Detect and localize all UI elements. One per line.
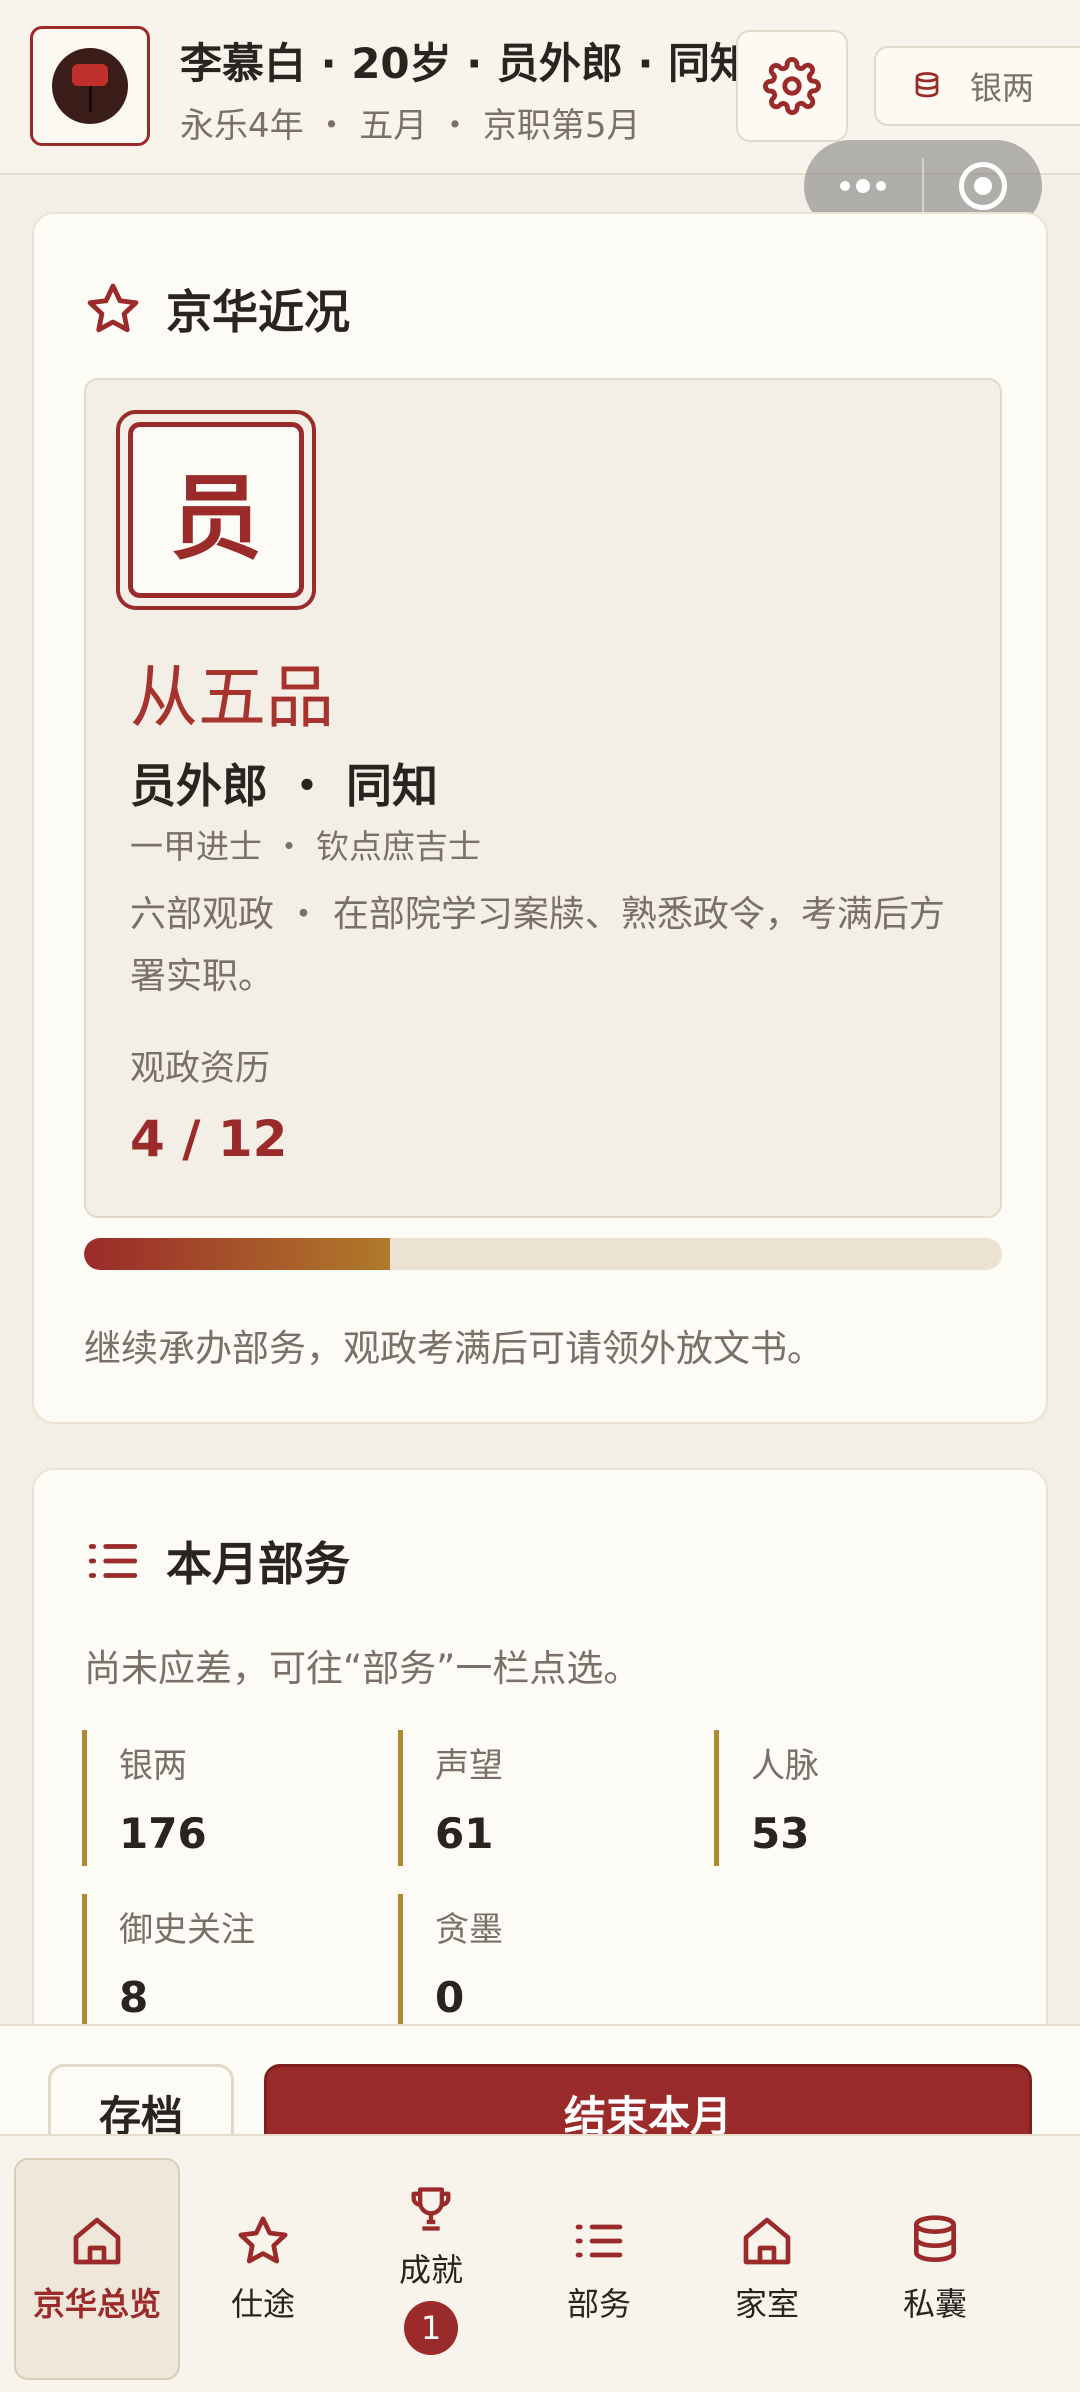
rank-panel: 员 从五品 员外郎 ・ 同知 一甲进士 ・ 钦点庶吉士 六部观政 ・ 在部院学习… bbox=[84, 378, 1002, 1218]
more-dots-icon bbox=[840, 179, 886, 193]
target-icon bbox=[959, 162, 1007, 210]
avatar-image bbox=[52, 48, 128, 124]
rank-grade: 从五品 bbox=[130, 659, 335, 738]
tab-achievements[interactable]: 成就 1 bbox=[348, 2158, 514, 2380]
rank-description: 六部观政 ・ 在部院学习案牍、熟悉政令，考满后方署实职。 bbox=[130, 894, 945, 997]
bottom-tab-bar: 京华总览 仕途 成就 1 部务 家室 私囊 bbox=[0, 2134, 1080, 2392]
settings-button[interactable] bbox=[736, 30, 848, 142]
affairs-note: 尚未应差，可往“部务”一栏点选。 bbox=[84, 1647, 641, 1690]
rank-origin: 一甲进士 ・ 钦点庶吉士 bbox=[130, 827, 481, 866]
list-icon bbox=[575, 2224, 623, 2258]
tab-label: 私囊 bbox=[902, 2285, 967, 2323]
stat-silver: 银两 176 bbox=[82, 1730, 372, 1866]
experience-value: 4 / 12 bbox=[130, 1110, 288, 1168]
tab-label: 部务 bbox=[566, 2285, 631, 2323]
tab-label: 成就 bbox=[398, 2251, 463, 2289]
stat-value: 0 bbox=[435, 1973, 465, 2022]
gear-icon bbox=[763, 57, 821, 115]
money-label: 银两 bbox=[970, 69, 1035, 107]
coins-icon bbox=[914, 2215, 956, 2263]
stat-reputation: 声望 61 bbox=[398, 1730, 688, 1866]
tab-career[interactable]: 仕途 bbox=[180, 2158, 346, 2380]
notification-badge: 1 bbox=[404, 2301, 458, 2355]
monthly-affairs-title: 本月部务 bbox=[166, 1537, 350, 1591]
tab-purse[interactable]: 私囊 bbox=[852, 2158, 1018, 2380]
character-title: 李慕白 · 20岁 · 员外郎 · 同知 bbox=[180, 39, 753, 88]
star-icon bbox=[87, 283, 139, 333]
home-icon bbox=[73, 2217, 121, 2265]
experience-progress-bar bbox=[84, 1238, 1002, 1270]
stat-label: 御史关注 bbox=[119, 1910, 255, 1950]
home-icon bbox=[743, 2217, 791, 2265]
date-subtitle: 永乐4年 ・ 五月 ・ 京职第5月 bbox=[180, 106, 641, 146]
trophy-icon bbox=[411, 2187, 451, 2231]
tab-label: 家室 bbox=[734, 2285, 799, 2323]
tab-affairs[interactable]: 部务 bbox=[516, 2158, 682, 2380]
progress-fill bbox=[84, 1238, 390, 1270]
stat-corruption: 贪墨 0 bbox=[398, 1894, 688, 2030]
list-icon bbox=[88, 1544, 138, 1578]
stat-value: 61 bbox=[435, 1809, 494, 1858]
stat-value: 8 bbox=[119, 1973, 149, 2022]
money-button[interactable]: 银两 bbox=[874, 46, 1080, 126]
tab-label: 仕途 bbox=[230, 2285, 295, 2323]
stat-label: 银两 bbox=[119, 1746, 187, 1786]
tab-overview[interactable]: 京华总览 bbox=[14, 2158, 180, 2380]
action-bar: 存档 结束本月 bbox=[0, 2024, 1080, 2164]
status-hint: 继续承办部务，观政考满后可请领外放文书。 bbox=[84, 1327, 824, 1370]
stat-censor-attention: 御史关注 8 bbox=[82, 1894, 372, 2030]
tab-family[interactable]: 家室 bbox=[684, 2158, 850, 2380]
experience-label: 观政资历 bbox=[130, 1049, 271, 1089]
seal-character: 员 bbox=[128, 422, 304, 598]
stat-connections: 人脉 53 bbox=[714, 1730, 1004, 1866]
status-card-title: 京华近况 bbox=[166, 285, 350, 339]
status-card: 京华近况 员 从五品 员外郎 ・ 同知 一甲进士 ・ 钦点庶吉士 六部观政 ・ … bbox=[32, 212, 1048, 1424]
rank-seal: 员 bbox=[116, 410, 316, 610]
star-icon bbox=[238, 2216, 288, 2264]
stat-value: 53 bbox=[751, 1809, 810, 1858]
stat-value: 176 bbox=[119, 1809, 207, 1858]
coins-icon bbox=[915, 72, 939, 98]
stat-label: 贪墨 bbox=[435, 1910, 503, 1950]
page: 李慕白 · 20岁 · 员外郎 · 同知 永乐4年 ・ 五月 ・ 京职第5月 银… bbox=[0, 0, 1080, 2392]
avatar[interactable] bbox=[30, 26, 150, 146]
rank-position: 员外郎 ・ 同知 bbox=[130, 759, 439, 813]
stat-label: 声望 bbox=[435, 1746, 503, 1786]
tab-label: 京华总览 bbox=[32, 2285, 161, 2323]
stat-label: 人脉 bbox=[751, 1746, 819, 1786]
